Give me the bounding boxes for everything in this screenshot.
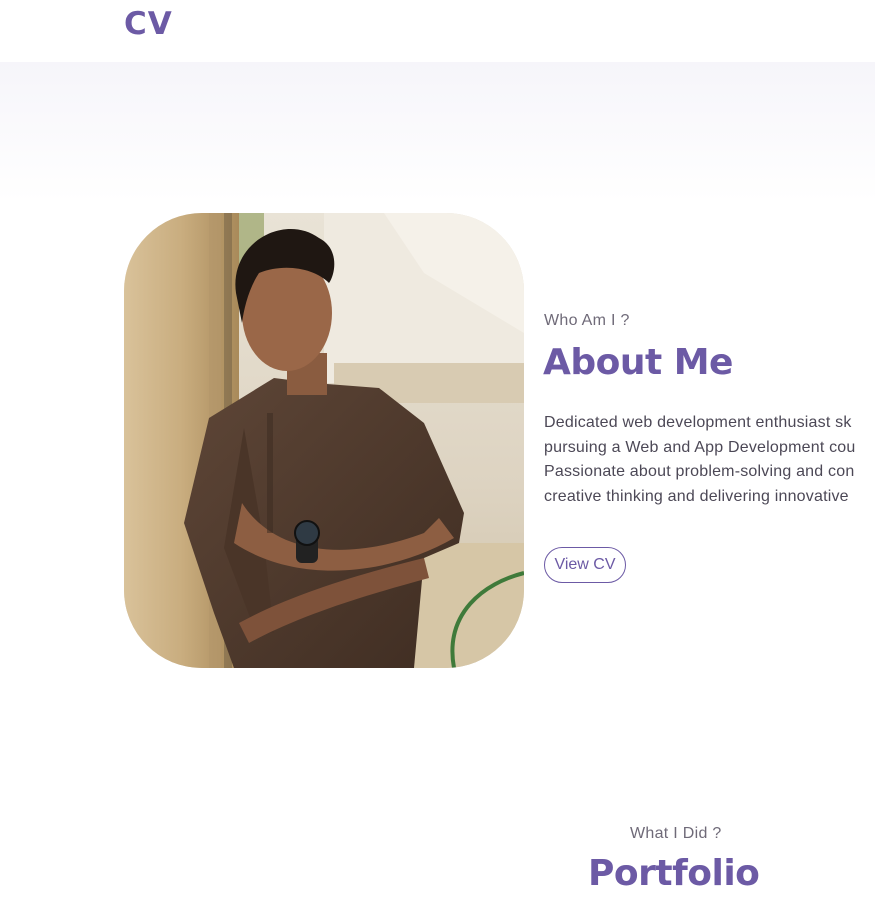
profile-photo — [124, 213, 524, 668]
bio-line: Passionate about problem-solving and con — [544, 463, 855, 480]
bio-line: Dedicated web development enthusiast sk — [544, 414, 852, 431]
view-cv-button[interactable]: View CV — [544, 547, 626, 583]
bio-line: creative thinking and delivering innovat… — [544, 487, 849, 505]
portfolio-title: Portfolio — [588, 853, 760, 894]
about-eyebrow: Who Am I ? — [544, 312, 630, 329]
portfolio-eyebrow: What I Did ? — [630, 825, 722, 842]
bio-line: pursuing a Web and App Development cou — [544, 438, 856, 456]
hero-banner — [0, 62, 875, 202]
about-title: About Me — [543, 342, 733, 383]
top-navbar: CV — [0, 0, 875, 62]
site-logo[interactable]: CV — [124, 6, 173, 42]
about-bio: Dedicated web development enthusiast sk … — [544, 411, 875, 509]
